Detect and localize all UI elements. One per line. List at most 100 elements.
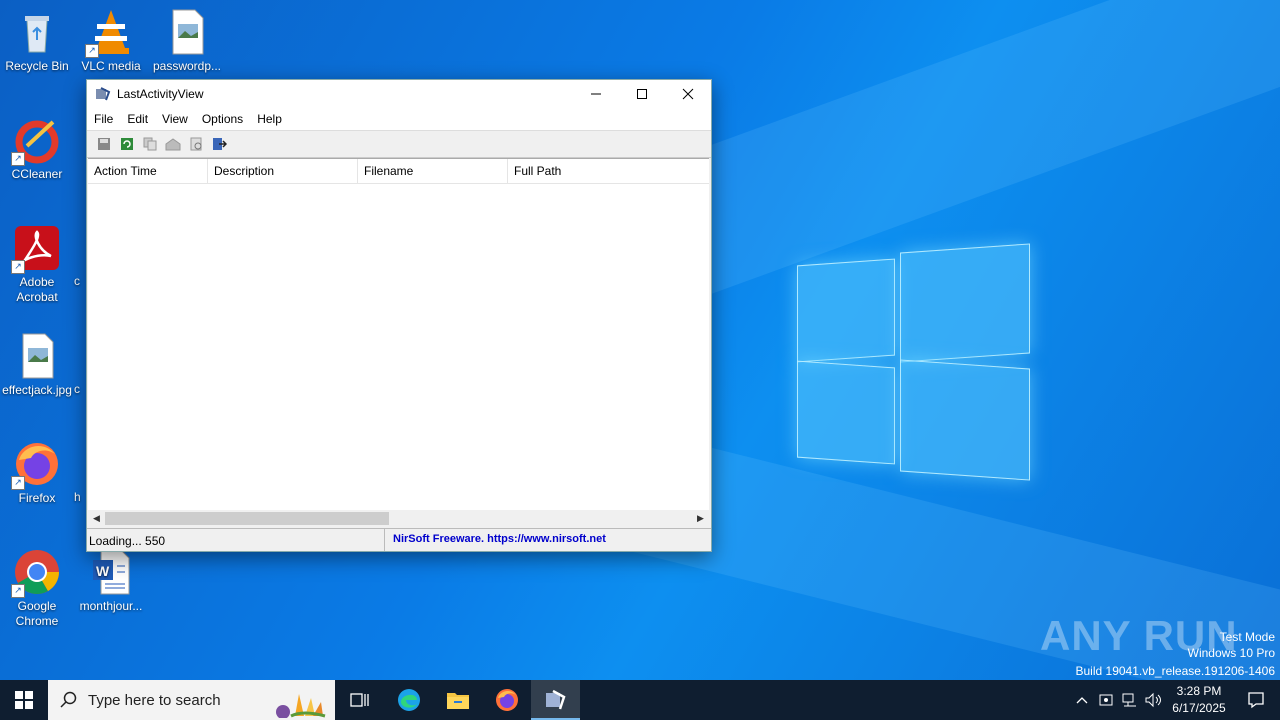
shortcut-arrow-icon: ↗: [11, 260, 25, 274]
copy-icon: [143, 137, 157, 151]
network-icon: [1122, 693, 1136, 707]
firefox-icon: ↗: [11, 440, 61, 490]
clock-date: 6/17/2025: [1172, 701, 1226, 715]
toolbar: [87, 130, 711, 158]
lastactivityview-icon: [545, 689, 566, 710]
taskbar-search-box[interactable]: Type here to search: [48, 680, 335, 720]
desktop-icon-adobe-acrobat[interactable]: ↗ Adobe Acrobat: [0, 224, 74, 305]
save-icon: [98, 138, 110, 150]
test-mode-label: Test Mode: [1219, 630, 1275, 644]
shortcut-arrow-icon: ↗: [11, 584, 25, 598]
edge-icon: [397, 689, 420, 711]
task-view-button[interactable]: [335, 680, 384, 720]
properties-icon: [190, 137, 202, 151]
shortcut-arrow-icon: ↗: [85, 44, 99, 58]
status-bar: Loading... 550 NirSoft Freeware. https:/…: [87, 528, 711, 551]
column-full-path[interactable]: Full Path: [508, 159, 709, 183]
clock-time: 3:28 PM: [1176, 684, 1222, 698]
network-button[interactable]: [1118, 680, 1142, 720]
column-action-time[interactable]: Action Time: [88, 159, 208, 183]
window-title: LastActivityView: [117, 87, 204, 101]
action-center-button[interactable]: [1232, 680, 1280, 720]
horizontal-scrollbar[interactable]: ◀ ▶: [88, 510, 709, 527]
scroll-right-arrow-icon[interactable]: ▶: [692, 510, 709, 527]
exit-icon: [213, 138, 227, 150]
windows-edition-label: Windows 10 Pro: [1187, 646, 1275, 660]
clock[interactable]: 3:28 PM 6/17/2025: [1166, 683, 1232, 717]
image-file-icon: [163, 8, 211, 56]
desktop-icon-monthjour[interactable]: W monthjour...: [74, 548, 148, 614]
recycle-bin-icon: [13, 8, 61, 56]
status-loading: Loading... 550: [87, 529, 385, 551]
taskbar-lastactivityview-button[interactable]: [531, 680, 580, 720]
show-hidden-icons-button[interactable]: [1070, 680, 1094, 720]
properties-button[interactable]: [187, 135, 205, 153]
shortcut-arrow-icon: ↗: [11, 476, 25, 490]
svg-text:W: W: [96, 563, 110, 579]
desktop-icon-firefox[interactable]: ↗ Firefox: [0, 440, 74, 506]
menu-options[interactable]: Options: [195, 112, 250, 126]
taskbar-edge-button[interactable]: [384, 680, 433, 720]
close-icon: [682, 88, 694, 100]
title-bar[interactable]: LastActivityView: [87, 80, 711, 108]
desktop-icon-passwordp[interactable]: passwordp...: [150, 8, 224, 74]
save-button[interactable]: [95, 135, 113, 153]
desktop-icon-recycle-bin[interactable]: Recycle Bin: [0, 8, 74, 74]
html-report-button[interactable]: [164, 135, 182, 153]
desktop-icon-ccleaner[interactable]: ↗ CCleaner: [0, 116, 74, 182]
menu-bar: File Edit View Options Help: [87, 108, 711, 130]
nirsoft-link[interactable]: NirSoft Freeware. https://www.nirsoft.ne…: [385, 529, 711, 551]
refresh-icon: [121, 138, 133, 150]
desktop-icon-google-chrome[interactable]: ↗ Google Chrome: [0, 548, 74, 629]
minimize-button[interactable]: [573, 80, 619, 108]
volume-button[interactable]: [1142, 680, 1166, 720]
minimize-icon: [591, 93, 601, 95]
shortcut-arrow-icon: ↗: [11, 152, 25, 166]
menu-file[interactable]: File: [87, 112, 120, 126]
vlc-icon: ↗: [85, 8, 135, 58]
scroll-thumb[interactable]: [105, 512, 389, 525]
image-file-icon: [13, 332, 61, 380]
close-button[interactable]: [665, 80, 711, 108]
lastactivityview-window[interactable]: LastActivityView File Edit View Options …: [86, 79, 712, 552]
list-header: Action Time Description Filename Full Pa…: [88, 159, 709, 184]
notification-icon: [1248, 692, 1264, 709]
taskbar-firefox-button[interactable]: [482, 680, 531, 720]
firefox-icon: [495, 689, 518, 711]
search-icon: [60, 691, 77, 708]
maximize-icon: [637, 89, 647, 99]
desktop-icon-vlc[interactable]: ↗ VLC media: [74, 8, 148, 74]
scroll-track[interactable]: [105, 510, 692, 527]
device-icon: [1099, 694, 1113, 706]
menu-edit[interactable]: Edit: [120, 112, 155, 126]
chevron-up-icon: [1076, 697, 1088, 704]
menu-help[interactable]: Help: [250, 112, 289, 126]
volume-icon: [1145, 692, 1161, 708]
word-document-icon: W: [87, 548, 135, 596]
windows-start-icon: [15, 691, 33, 709]
ccleaner-icon: ↗: [11, 116, 61, 166]
refresh-button[interactable]: [118, 135, 136, 153]
maximize-button[interactable]: [619, 80, 665, 108]
activity-list[interactable]: Action Time Description Filename Full Pa…: [88, 158, 709, 527]
tray-device-button[interactable]: [1094, 680, 1118, 720]
column-description[interactable]: Description: [208, 159, 358, 183]
copy-button[interactable]: [141, 135, 159, 153]
taskbar: Type here to search 3:28 PM 6/17/2025: [0, 680, 1280, 720]
taskbar-file-explorer-button[interactable]: [433, 680, 482, 720]
adobe-acrobat-icon: ↗: [11, 224, 61, 274]
desktop-icon-effectjack[interactable]: effectjack.jpg: [0, 332, 74, 398]
system-tray: 3:28 PM 6/17/2025: [1070, 680, 1280, 720]
scroll-left-arrow-icon[interactable]: ◀: [88, 510, 105, 527]
chrome-icon: ↗: [11, 548, 61, 598]
windows-logo-wallpaper: [795, 240, 1031, 482]
search-highlight-illustration-icon: [276, 694, 326, 718]
start-button[interactable]: [0, 680, 48, 720]
report-icon: [165, 138, 181, 151]
search-placeholder: Type here to search: [88, 691, 221, 709]
build-label: Build 19041.vb_release.191206-1406: [1075, 664, 1276, 678]
column-filename[interactable]: Filename: [358, 159, 508, 183]
menu-view[interactable]: View: [155, 112, 195, 126]
app-icon: [96, 87, 111, 101]
exit-button[interactable]: [210, 135, 228, 153]
